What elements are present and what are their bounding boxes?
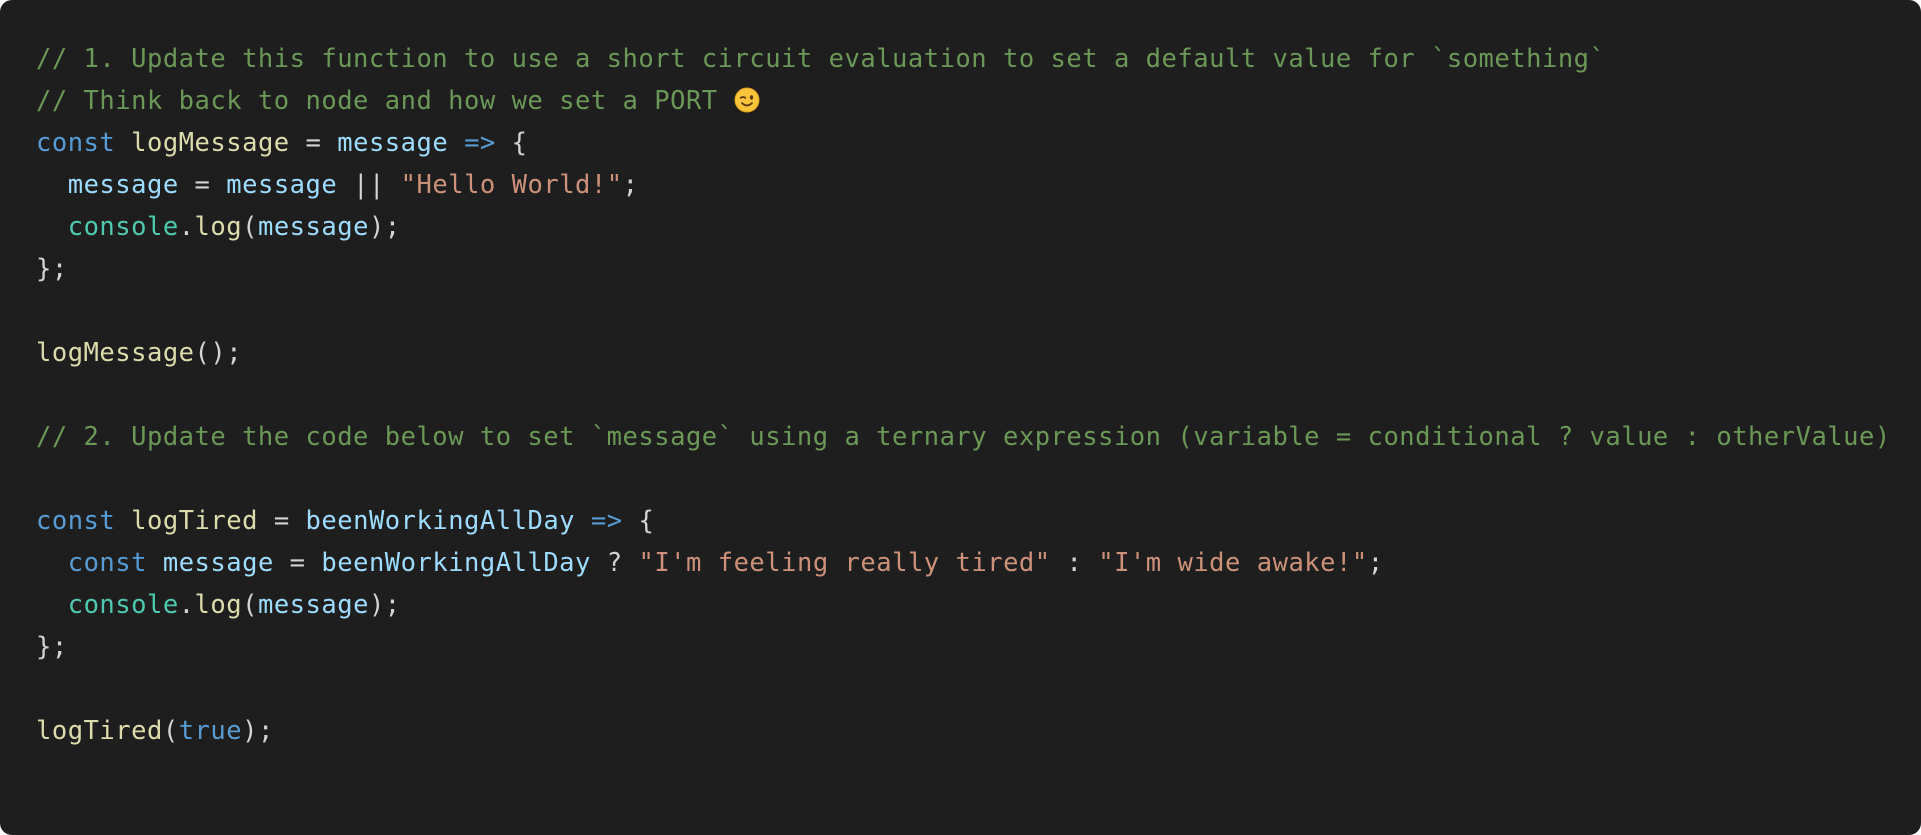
variable: message [162,548,274,578]
code-line-12: const logTired = beenWorkingAllDay => { [36,500,1921,542]
operator: = [289,548,306,578]
function-name: logMessage [131,128,290,158]
string-literal: "Hello World!" [400,170,623,200]
code-line-1: // 1. Update this function to use a shor… [36,38,1921,80]
closing-brace: }; [36,254,68,284]
semicolon: ; [1367,548,1384,578]
paren: ); [368,590,401,620]
dot: . [178,212,195,242]
brace: { [511,128,528,158]
ternary-question: ? [606,548,623,578]
argument: message [257,590,369,620]
keyword: const [36,128,116,158]
winking-face-icon [734,87,760,113]
call-parens: (); [194,338,243,368]
parameter: message [337,128,449,158]
string-literal: "I'm feeling really tired" [638,548,1051,578]
function-call: logMessage [36,338,195,368]
code-line-17: logTired(true); [36,710,1921,752]
keyword: const [67,548,147,578]
code-line-10: // 2. Update the code below to set `mess… [36,416,1921,458]
operator: = [273,506,290,536]
comment: // 2. Update the code below to set `mess… [36,422,1891,452]
method-name: log [194,212,243,242]
parameter: beenWorkingAllDay [305,506,576,536]
boolean-literal: true [178,716,243,746]
closing-brace: }; [36,632,68,662]
code-line-3: const logMessage = message => { [36,122,1921,164]
semicolon: ; [622,170,639,200]
code-line-2: // Think back to node and how we set a P… [36,80,1921,122]
argument: message [257,212,369,242]
code-line-15: }; [36,626,1921,668]
code-line-4: message = message || "Hello World!"; [36,164,1921,206]
variable: message [67,170,179,200]
paren: ( [242,212,258,242]
code-line-13: const message = beenWorkingAllDay ? "I'm… [36,542,1921,584]
code-line-8: logMessage(); [36,332,1921,374]
operator: || [353,170,385,200]
operator: = [305,128,322,158]
paren: ); [242,716,274,746]
comment: // 1. Update this function to use a shor… [36,44,1606,74]
dot: . [178,590,195,620]
paren: ( [162,716,179,746]
object-name: console [67,590,179,620]
variable: beenWorkingAllDay [321,548,591,578]
function-call: logTired [36,716,163,746]
arrow-operator: => [590,506,623,536]
variable: message [226,170,338,200]
function-name: logTired [131,506,258,536]
paren: ); [368,212,401,242]
code-line-14: console.log(message); [36,584,1921,626]
object-name: console [67,212,179,242]
paren: ( [242,590,258,620]
brace: { [638,506,655,536]
keyword: const [36,506,116,536]
comment: // Think back to node and how we set a P… [36,86,718,116]
method-name: log [194,590,243,620]
string-literal: "I'm wide awake!" [1098,548,1368,578]
code-line-6: }; [36,248,1921,290]
arrow-operator: => [464,128,496,158]
ternary-colon: : [1066,548,1083,578]
operator: = [194,170,211,200]
code-line-5: console.log(message); [36,206,1921,248]
code-editor[interactable]: // 1. Update this function to use a shor… [0,0,1921,835]
